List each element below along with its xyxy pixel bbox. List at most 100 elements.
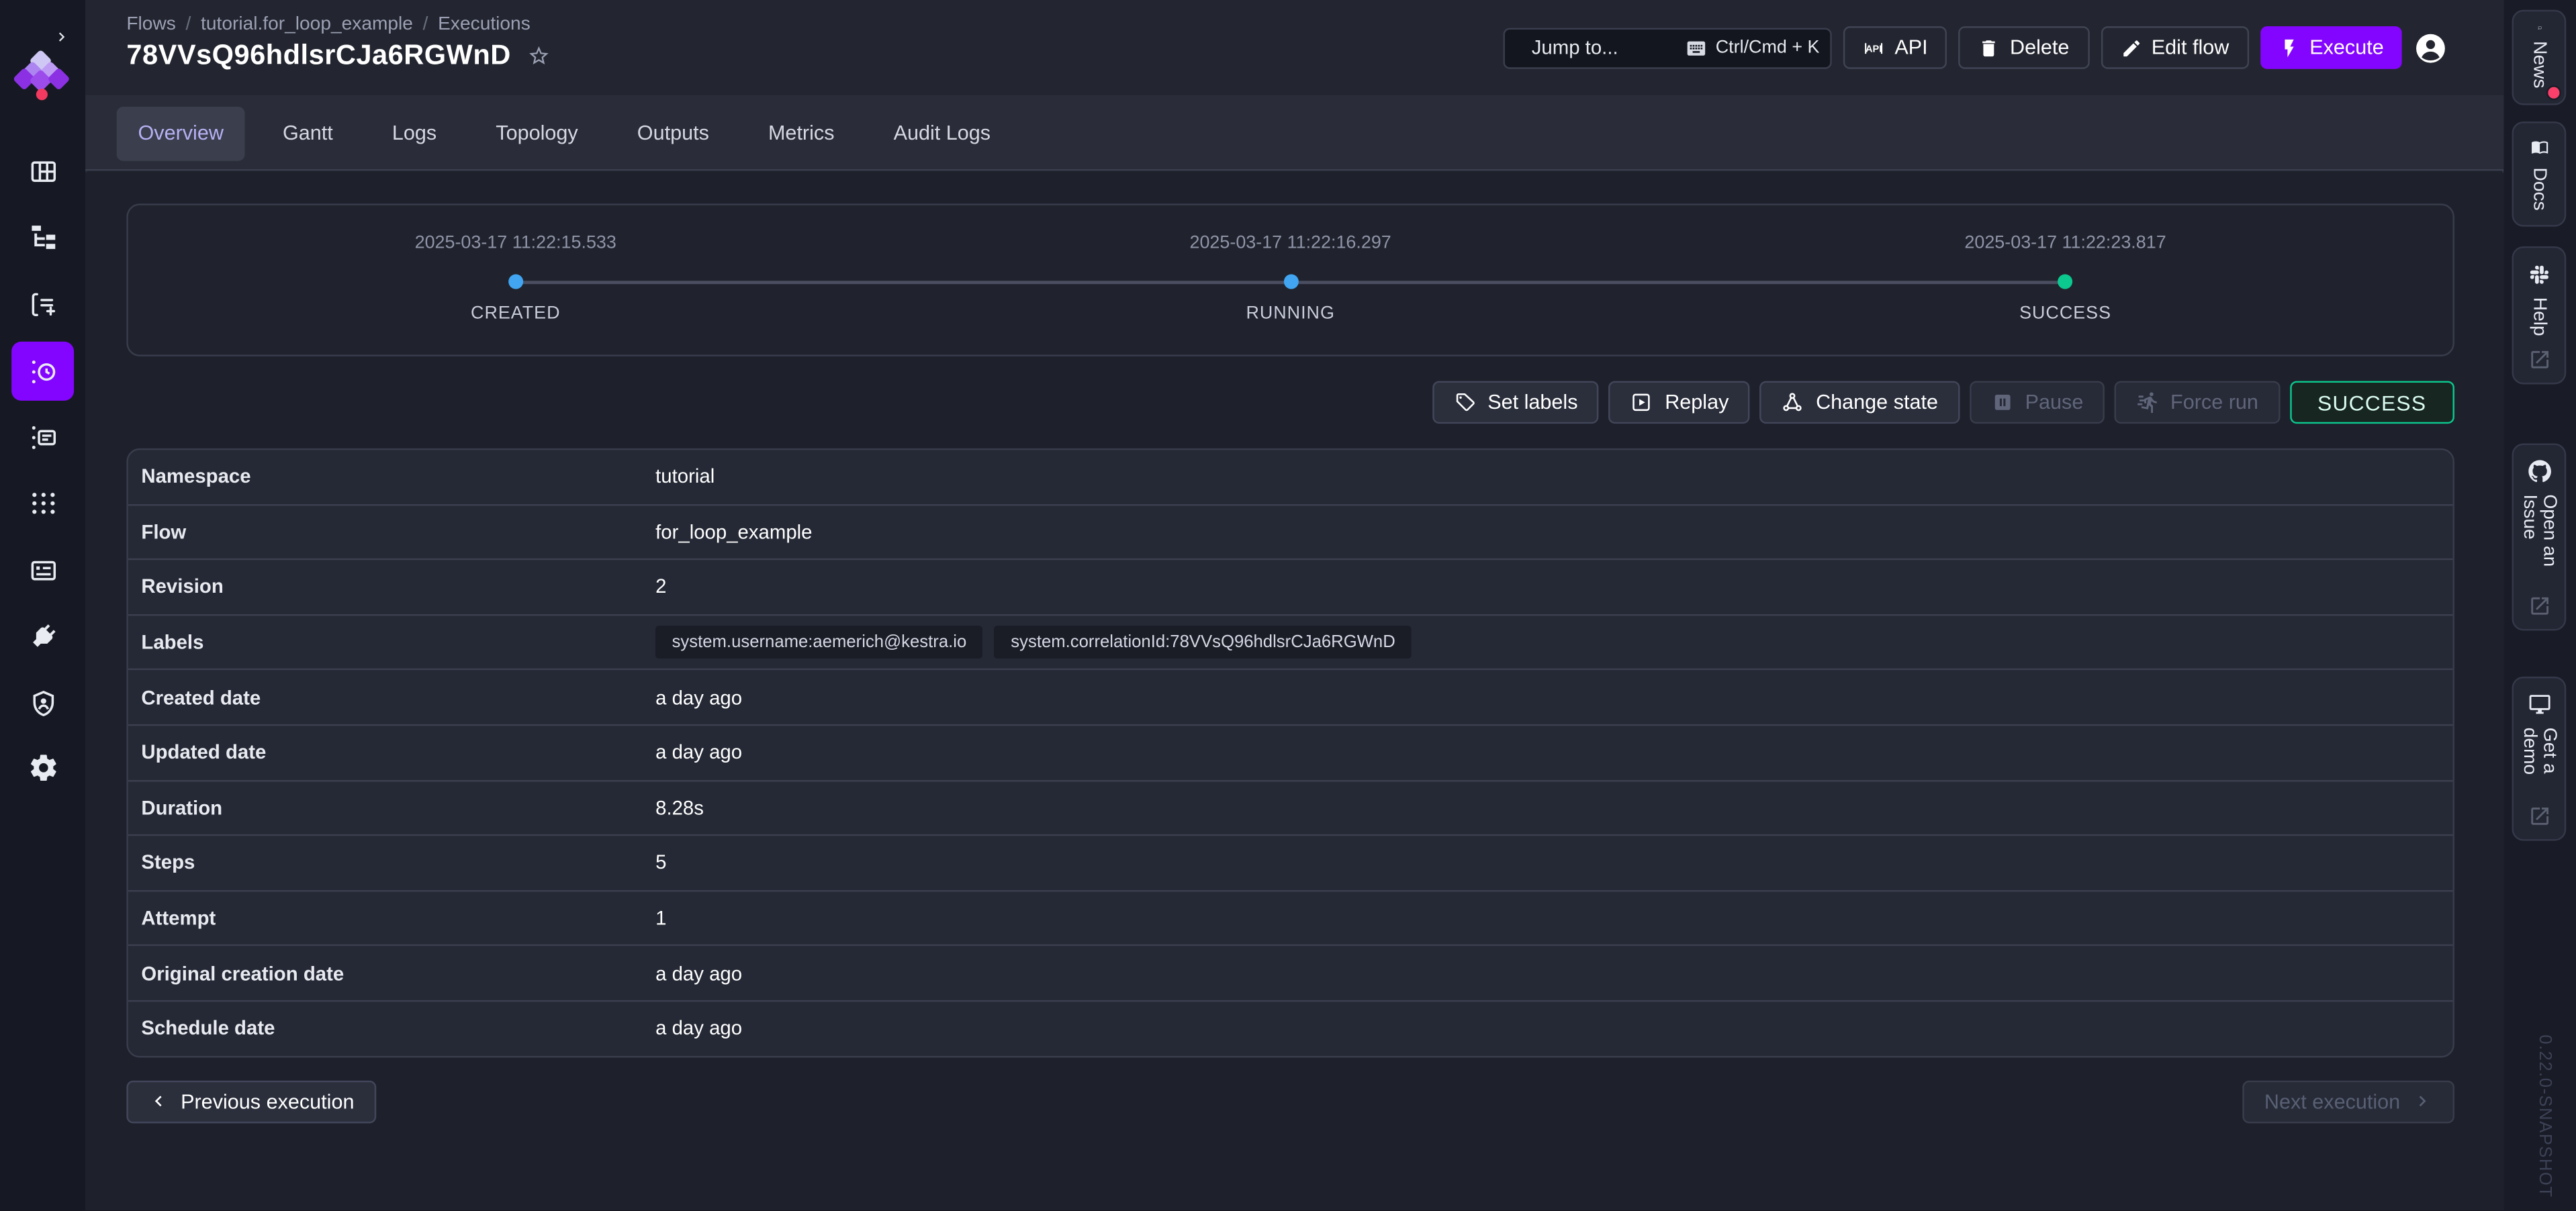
executions-icon — [27, 356, 58, 387]
book-icon — [2528, 138, 2550, 155]
timeline-timestamp: 2025-03-17 11:22:23.817 — [1678, 233, 2453, 252]
sidebar-item-logs[interactable] — [11, 407, 74, 467]
row-value: a day ago — [655, 741, 742, 764]
timeline-timestamp: 2025-03-17 11:22:16.297 — [903, 233, 1678, 252]
chevron-right-icon — [2411, 1090, 2433, 1112]
timeline-state-running: 2025-03-17 11:22:16.297 RUNNING — [903, 205, 1678, 355]
row-value: 5 — [655, 851, 666, 874]
kestra-app: News Docs Help Open an Issue Get a demo … — [0, 0, 2576, 1210]
tab-outputs[interactable]: Outputs — [616, 106, 731, 160]
execution-pager: Previous execution Next execution — [126, 1080, 2454, 1123]
label-chip-username[interactable]: system.username:aemerich@kestra.io — [655, 626, 983, 659]
plugins-icon — [27, 620, 58, 651]
left-sidebar — [0, 0, 87, 1210]
next-execution-button[interactable]: Next execution — [2243, 1080, 2454, 1123]
force-run-button[interactable]: Force run — [2115, 381, 2280, 424]
row-value: system.username:aemerich@kestra.io syste… — [655, 626, 1412, 659]
state-machine-icon — [1782, 391, 1804, 414]
breadcrumb-separator: / — [423, 15, 428, 34]
breadcrumb-flows[interactable]: Flows — [126, 15, 175, 34]
set-labels-button[interactable]: Set labels — [1432, 381, 1599, 424]
sidebar-item-plugins[interactable] — [11, 606, 74, 665]
timeline-timestamp: 2025-03-17 11:22:15.533 — [128, 233, 903, 252]
state-timeline-card: 2025-03-17 11:22:15.533 CREATED 2025-03-… — [126, 203, 2454, 356]
star-icon[interactable] — [527, 44, 550, 67]
timeline-label: SUCCESS — [1678, 304, 2453, 324]
keyboard-icon — [1686, 37, 1708, 58]
app-version: 0.22.0-SNAPSHOT — [2535, 1034, 2555, 1197]
api-icon: API — [1864, 37, 1885, 58]
edit-flow-button[interactable]: Edit flow — [2101, 26, 2249, 69]
breadcrumb-executions[interactable]: Executions — [438, 15, 531, 34]
table-row-labels: Labels system.username:aemerich@kestra.i… — [128, 614, 2453, 669]
tab-gantt[interactable]: Gantt — [261, 106, 354, 160]
tab-topology[interactable]: Topology — [474, 106, 599, 160]
tests-icon — [27, 288, 58, 319]
timeline-dot-running — [1283, 275, 1298, 289]
sidebar-item-settings[interactable] — [11, 737, 74, 796]
news-notification-dot — [2546, 85, 2561, 100]
execute-button[interactable]: Execute — [2260, 26, 2402, 69]
row-value: 1 — [655, 907, 666, 930]
blueprints-icon — [27, 554, 58, 585]
tab-overview[interactable]: Overview — [117, 106, 245, 160]
execution-tabs: Overview Gantt Logs Topology Outputs Met… — [85, 97, 2503, 171]
rail-item-open-an-issue[interactable]: Open an Issue — [2512, 444, 2567, 631]
timeline-dot-success — [2058, 275, 2073, 289]
slack-icon — [2528, 262, 2550, 285]
sidebar-item-executions[interactable] — [11, 342, 74, 401]
sidebar-item-apps[interactable] — [11, 473, 74, 532]
breadcrumb-separator: / — [186, 15, 191, 34]
tab-metrics[interactable]: Metrics — [747, 106, 856, 160]
sidebar-item-dashboard[interactable] — [11, 141, 74, 200]
breadcrumb-flow-id[interactable]: tutorial.for_loop_example — [201, 15, 413, 34]
pencil-icon — [2120, 37, 2142, 58]
rail-item-label: Help — [2529, 297, 2548, 336]
row-label: Original creation date — [128, 962, 655, 985]
row-value: for_loop_example — [655, 520, 812, 543]
row-label: Schedule date — [128, 1017, 655, 1040]
replay-button[interactable]: Replay — [1609, 381, 1750, 424]
table-row: Duration 8.28s — [128, 779, 2453, 834]
row-value: 2 — [655, 575, 666, 598]
label-chip-correlation-id[interactable]: system.correlationId:78VVsQ96hdlsrCJa6RG… — [995, 626, 1412, 659]
pause-button[interactable]: Pause — [1969, 381, 2105, 424]
sidebar-item-administration[interactable] — [11, 673, 74, 732]
right-rail: News Docs Help Open an Issue Get a demo … — [2502, 0, 2576, 1210]
logs-icon — [27, 422, 58, 452]
external-link-icon — [2528, 348, 2550, 371]
sidebar-item-blueprints[interactable] — [11, 540, 74, 599]
previous-execution-button[interactable]: Previous execution — [126, 1080, 375, 1123]
kestra-logo[interactable] — [0, 43, 85, 112]
rail-item-label: News — [2529, 42, 2548, 89]
overview-content: 2025-03-17 11:22:15.533 CREATED 2025-03-… — [85, 173, 2503, 1210]
sidebar-item-tests[interactable] — [11, 275, 74, 334]
row-label: Created date — [128, 686, 655, 709]
flows-icon — [27, 221, 58, 252]
monitor-icon — [2528, 693, 2550, 716]
tab-logs[interactable]: Logs — [371, 106, 458, 160]
status-badge: SUCCESS — [2289, 381, 2454, 424]
row-label: Duration — [128, 796, 655, 819]
rail-item-news[interactable]: News — [2512, 10, 2567, 105]
rail-item-get-a-demo[interactable]: Get a demo — [2512, 677, 2567, 841]
jump-to-search[interactable]: Ctrl/Cmd + K — [1504, 27, 1832, 68]
search-input[interactable] — [1528, 34, 1676, 60]
lightning-icon — [2279, 37, 2300, 58]
row-value: a day ago — [655, 962, 742, 985]
api-button[interactable]: API API — [1844, 26, 1948, 69]
user-avatar[interactable] — [2413, 30, 2448, 64]
row-label: Namespace — [128, 465, 655, 488]
delete-button[interactable]: Delete — [1959, 26, 2089, 69]
row-label: Updated date — [128, 741, 655, 764]
tab-audit-logs[interactable]: Audit Logs — [872, 106, 1012, 160]
rail-item-docs[interactable]: Docs — [2512, 122, 2567, 227]
row-value: a day ago — [655, 686, 742, 709]
row-label: Revision — [128, 575, 655, 598]
rail-item-help[interactable]: Help — [2512, 246, 2567, 384]
play-box-icon — [1630, 391, 1653, 414]
page-title: 78VVsQ96hdlsrCJa6RGWnD — [126, 40, 510, 72]
sidebar-item-flows[interactable] — [11, 207, 74, 266]
change-state-button[interactable]: Change state — [1760, 381, 1960, 424]
dashboard-icon — [27, 155, 58, 186]
